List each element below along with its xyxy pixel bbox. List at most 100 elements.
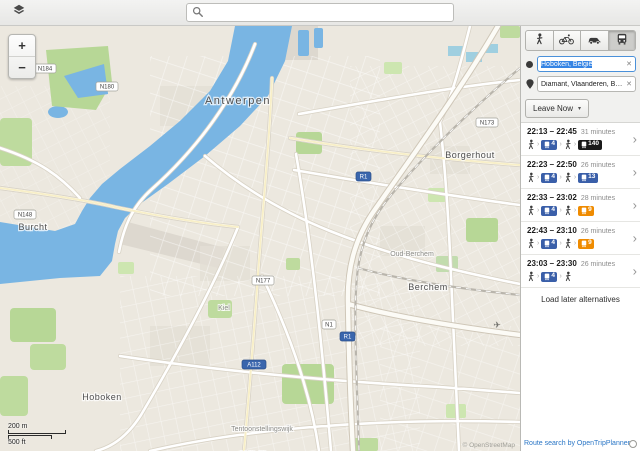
road-shield-r1-south: R1 xyxy=(339,331,356,342)
walk-icon xyxy=(564,238,572,249)
leg-separator-icon: › xyxy=(537,240,540,247)
svg-text:N180: N180 xyxy=(100,85,115,91)
itinerary-row[interactable]: 22:43 – 23:10 26 minutes › 4 › › 9 › xyxy=(521,222,640,255)
itinerary-times: 22:23 – 22:50 xyxy=(527,160,577,169)
car-icon xyxy=(587,32,602,50)
transit-route-badge: 9 xyxy=(578,238,595,249)
map-attribution: © OpenStreetMap xyxy=(462,442,515,449)
svg-text:N148: N148 xyxy=(18,213,33,219)
itinerary-row[interactable]: 22:13 – 22:45 31 minutes › 4 › › 140 › xyxy=(521,123,640,156)
transit-route-badge: 13 xyxy=(578,172,598,183)
leave-now-dropdown[interactable]: Leave Now ▾ xyxy=(525,99,590,118)
route-to-value: Diamant, Vlaanderen, België xyxy=(541,80,625,88)
sidebar-footer: Route search by OpenTripPlanner xyxy=(521,437,640,451)
transit-route-badge: 4 xyxy=(541,271,558,282)
chevron-down-icon: ▾ xyxy=(578,106,582,112)
pedestrian-icon xyxy=(535,32,544,50)
itinerary-legs: › 4 › xyxy=(527,271,626,282)
leg-separator-icon: › xyxy=(537,207,540,214)
itinerary-list: 22:13 – 22:45 31 minutes › 4 › › 140 › 22:23 – 2… xyxy=(521,122,640,437)
expand-itinerary-chevron[interactable]: › xyxy=(633,231,637,246)
svg-text:N1: N1 xyxy=(325,323,333,329)
search-field[interactable] xyxy=(186,3,454,22)
scale-imperial-label: 500 ft xyxy=(8,439,26,447)
route-start-icon xyxy=(525,60,534,68)
load-later-button[interactable]: Load later alternatives xyxy=(521,288,640,311)
clear-to-icon[interactable]: ✕ xyxy=(624,80,632,88)
itinerary-times: 22:13 – 22:45 xyxy=(527,127,577,136)
itinerary-duration: 26 minutes xyxy=(580,228,616,235)
bus-icon xyxy=(616,32,628,50)
leg-separator-icon: › xyxy=(573,207,577,214)
layers-icon xyxy=(12,3,26,22)
map-label-berchem: Berchem xyxy=(408,282,448,292)
transit-route-badge: 4 xyxy=(541,172,558,183)
itinerary-legs: › 4 › › 9 xyxy=(527,238,626,249)
road-shield-n177: N177 xyxy=(251,275,275,286)
zoom-in-button[interactable]: + xyxy=(9,35,35,56)
airport-icon: ✈ xyxy=(493,320,501,330)
leg-separator-icon: › xyxy=(537,273,540,280)
walk-icon xyxy=(564,172,572,183)
expand-itinerary-chevron[interactable]: › xyxy=(633,264,637,279)
leg-separator-icon: › xyxy=(559,240,562,247)
leg-separator-icon: › xyxy=(537,141,540,148)
itinerary-duration: 26 minutes xyxy=(580,261,616,268)
leg-separator-icon: › xyxy=(559,141,562,148)
road-shield-n148: N148 xyxy=(13,209,37,220)
route-destination-icon xyxy=(525,79,534,89)
scale-metric-bracket xyxy=(8,430,66,435)
mode-car-button[interactable] xyxy=(580,31,608,50)
transport-mode-group xyxy=(525,30,636,51)
itinerary-row[interactable]: 23:03 – 23:30 26 minutes › 4 › › xyxy=(521,255,640,288)
layers-button[interactable] xyxy=(6,2,32,23)
road-shield-a112: A112 xyxy=(241,359,267,370)
road-shield-r1-north: R1 xyxy=(355,171,372,182)
map-label-antwerpen: Antwerpen xyxy=(205,95,271,107)
road-shield-n173: N173 xyxy=(475,117,499,128)
svg-text:N177: N177 xyxy=(256,279,271,285)
walk-icon xyxy=(527,271,535,282)
itinerary-times: 22:33 – 23:02 xyxy=(527,193,577,202)
route-to-input[interactable]: Diamant, Vlaanderen, België ✕ xyxy=(537,76,636,92)
road-shield-n1: N1 xyxy=(321,319,337,330)
itinerary-row[interactable]: 22:23 – 22:50 26 minutes › 4 › › 13 › xyxy=(521,156,640,189)
itinerary-duration: 28 minutes xyxy=(580,195,616,202)
zoom-control: + − xyxy=(8,34,36,79)
transit-route-badge: 140 xyxy=(578,139,602,150)
route-from-value: Hoboken, België xyxy=(541,60,593,68)
transit-route-badge: 4 xyxy=(541,139,558,150)
svg-text:N173: N173 xyxy=(480,121,495,127)
walk-icon xyxy=(564,139,572,150)
expand-itinerary-chevron[interactable]: › xyxy=(633,165,637,180)
itinerary-duration: 31 minutes xyxy=(580,129,616,136)
map-label-burcht: Burcht xyxy=(18,222,47,232)
scale-metric-label: 200 m xyxy=(8,422,28,430)
otp-logo-icon xyxy=(629,440,637,448)
itinerary-row[interactable]: 22:33 – 23:02 28 minutes › 4 › › 9 › xyxy=(521,189,640,222)
svg-text:N184: N184 xyxy=(38,67,53,73)
map-label-borgerhout: Borgerhout xyxy=(445,150,495,160)
maps-window: Antwerpen Borgerhout Berchem Hoboken Wil… xyxy=(0,0,640,451)
mode-transit-button[interactable] xyxy=(607,31,635,50)
svg-text:A112: A112 xyxy=(247,363,261,369)
mode-bike-button[interactable] xyxy=(552,31,581,50)
svg-text:R1: R1 xyxy=(360,175,368,181)
search-icon xyxy=(192,4,203,22)
zoom-out-button[interactable]: − xyxy=(9,56,35,78)
mode-walk-button[interactable] xyxy=(526,31,553,50)
otp-attribution-link[interactable]: Route search by OpenTripPlanner xyxy=(524,440,630,447)
clear-from-icon[interactable]: ✕ xyxy=(624,60,632,68)
expand-itinerary-chevron[interactable]: › xyxy=(633,132,637,147)
leg-separator-icon: › xyxy=(559,174,562,181)
leg-separator-icon: › xyxy=(559,273,562,280)
search-input[interactable] xyxy=(207,6,448,19)
leg-separator-icon: › xyxy=(573,141,577,148)
walk-icon xyxy=(564,271,572,282)
header-bar xyxy=(0,0,640,26)
itinerary-legs: › 4 › › 140 xyxy=(527,139,626,150)
map-scale: 200 m 500 ft xyxy=(8,423,66,447)
expand-itinerary-chevron[interactable]: › xyxy=(633,198,637,213)
map-canvas[interactable]: Antwerpen Borgerhout Berchem Hoboken Wil… xyxy=(0,26,520,451)
route-from-input[interactable]: Hoboken, België ✕ xyxy=(537,56,636,72)
